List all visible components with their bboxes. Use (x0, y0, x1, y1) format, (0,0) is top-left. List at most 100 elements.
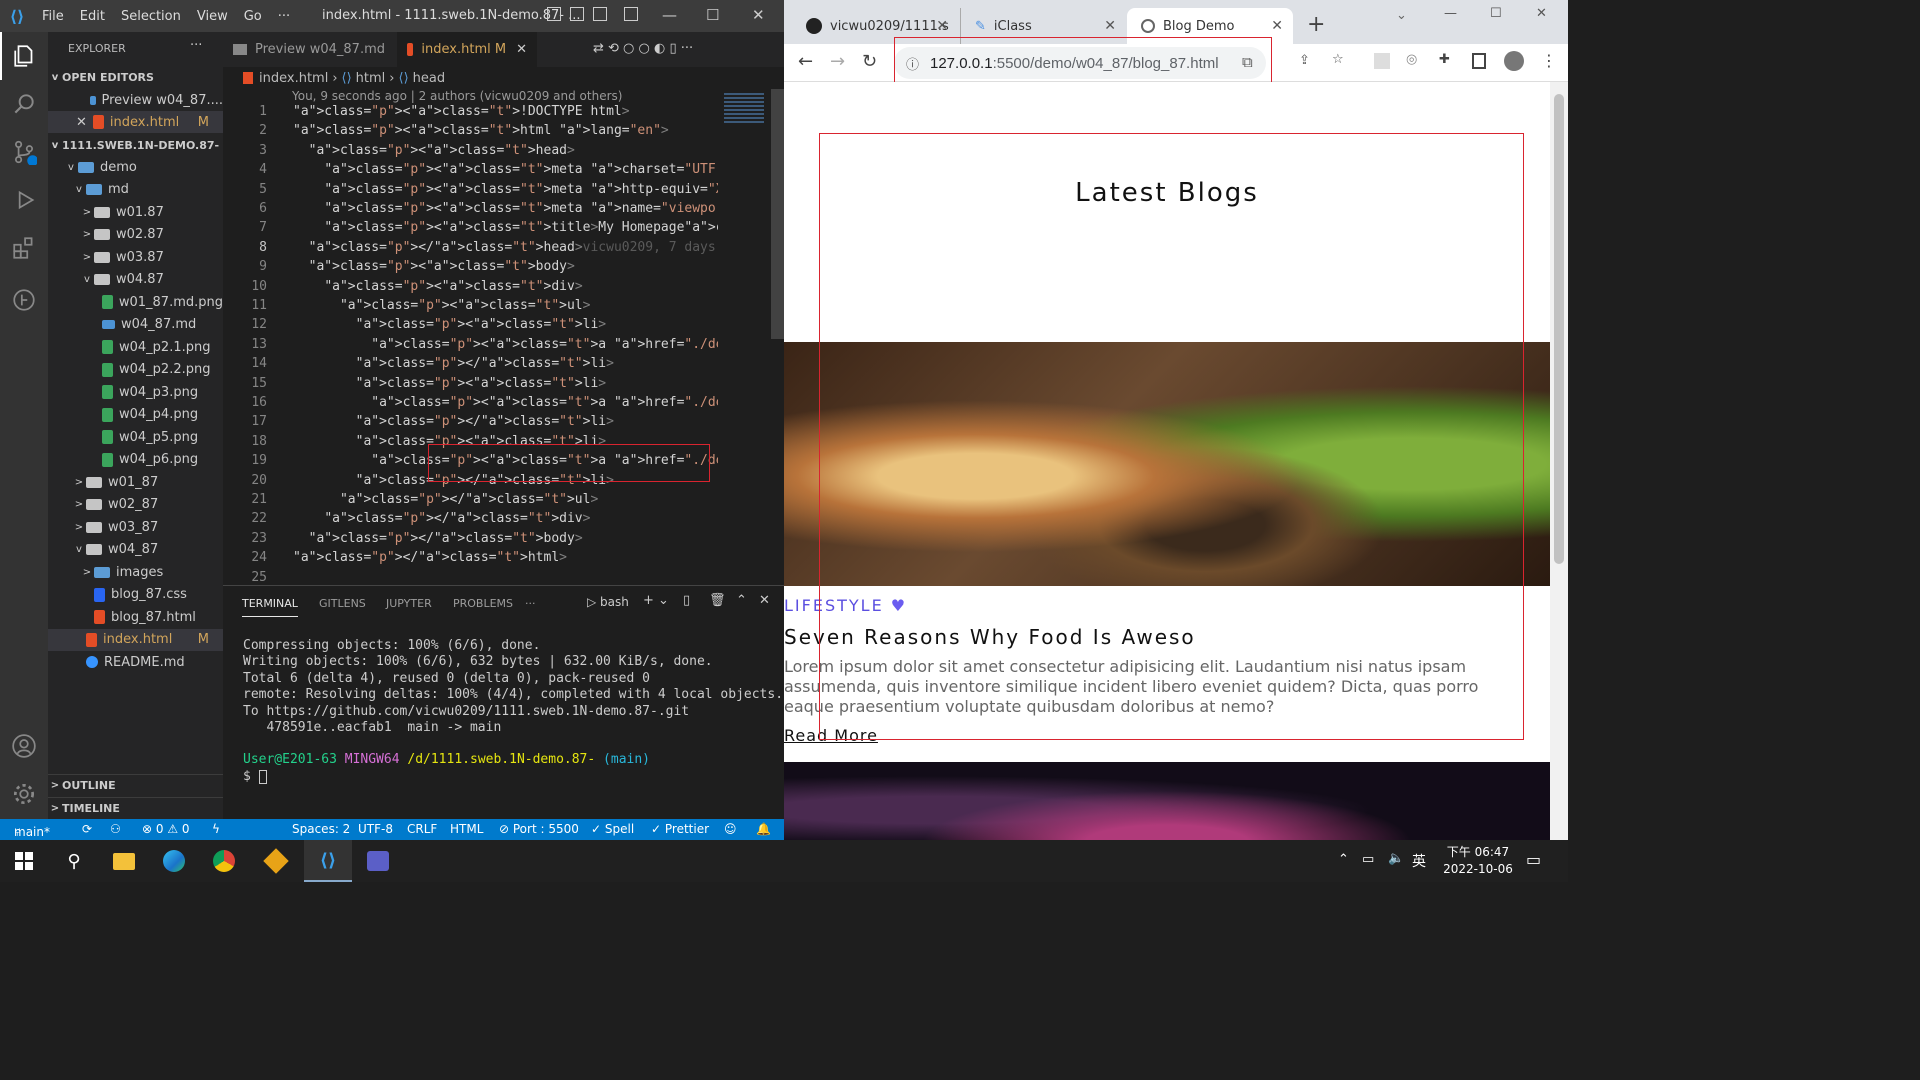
search-icon[interactable] (0, 80, 48, 128)
tree-item[interactable]: > w03_87 (48, 516, 223, 538)
close-window-icon[interactable]: ✕ (1536, 6, 1547, 21)
new-tab-icon[interactable]: + (1307, 12, 1325, 37)
code-line[interactable]: "a">class="p"><"a">class="t">li> (293, 317, 607, 332)
lightning-icon[interactable]: ϟ (212, 822, 220, 836)
code-line[interactable]: "a">class="p"><"a">class="t">!DOCTYPE ht… (293, 104, 630, 119)
codelens-blame[interactable]: You, 9 seconds ago | 2 authors (vicwu020… (292, 89, 622, 103)
breadcrumb-head[interactable]: head (413, 71, 445, 86)
sync-status[interactable]: ⟳ (82, 822, 92, 836)
close-tab-icon[interactable]: ✕ (1271, 18, 1283, 34)
tree-item[interactable]: v w04.87 (48, 269, 223, 291)
tab-search-icon[interactable]: ⌄ (1396, 8, 1407, 23)
edge-icon[interactable] (150, 840, 198, 882)
menu-selection[interactable]: Selection (113, 9, 189, 24)
code-line[interactable]: "a">class="p"><"a">class="t">a "a">href=… (293, 337, 718, 352)
tree-item[interactable]: w01_87.md.png (48, 291, 223, 313)
source-control-icon[interactable] (0, 128, 48, 176)
problems-status[interactable]: ⊗ 0 ⚠ 0 (142, 822, 190, 836)
menu-go[interactable]: Go (236, 9, 270, 24)
tree-item[interactable]: > images (48, 561, 223, 583)
search-icon[interactable]: ⚲ (50, 840, 98, 882)
network-icon[interactable]: ▭ (1362, 852, 1374, 867)
back-icon[interactable]: ← (798, 51, 813, 72)
tree-item[interactable]: v w04_87 (48, 539, 223, 561)
code-line[interactable]: "a">class="p"><"a">class="t">head> (293, 143, 575, 158)
timeline-section[interactable]: > TIMELINE (48, 797, 223, 819)
bookmark-star-icon[interactable]: ☆ (1332, 52, 1344, 67)
open-editors-section[interactable]: v OPEN EDITORS (48, 66, 223, 88)
customize-layout-icon[interactable] (624, 7, 638, 21)
breadcrumb-html[interactable]: html (356, 71, 386, 86)
spell-status[interactable]: ✓ Spell (591, 822, 634, 836)
run-debug-icon[interactable] (0, 176, 48, 224)
page-scrollbar[interactable] (1550, 82, 1568, 840)
maximize-icon[interactable]: ☐ (1490, 6, 1502, 21)
maximize-panel-icon[interactable]: ⌃ (736, 593, 747, 608)
tree-item[interactable]: w04_p4.png (48, 404, 223, 426)
code-line[interactable]: "a">class="p"></"a">class="t">li> (293, 356, 614, 371)
code-line[interactable]: "a">class="p"><"a">class="t">li> (293, 376, 607, 391)
feedback-icon[interactable]: ☺ (724, 822, 737, 836)
start-windows-icon[interactable] (0, 840, 48, 882)
outline-section[interactable]: > OUTLINE (48, 774, 223, 796)
breadcrumb-file[interactable]: index.html (259, 71, 328, 86)
terminal-shell-selector[interactable]: ▷ bash (587, 595, 629, 609)
code-line[interactable]: "a">class="p"><"a">class="t">meta "a">na… (293, 201, 718, 216)
prettier-status[interactable]: ✓ Prettier (651, 822, 709, 836)
puzzle-icon[interactable]: ✚ (1439, 52, 1450, 67)
new-terminal-icon[interactable]: + ⌄ (643, 593, 669, 608)
open-editor-index[interactable]: ✕ index.html M (48, 111, 223, 133)
volume-icon[interactable]: 🔈 (1388, 851, 1404, 866)
eol-status[interactable]: CRLF (407, 822, 437, 836)
chrome-icon[interactable] (200, 840, 248, 882)
tree-item[interactable]: > w01_87 (48, 471, 223, 493)
ime-indicator[interactable]: 英 (1412, 851, 1426, 871)
file-explorer-icon[interactable] (100, 840, 148, 882)
tab-terminal[interactable]: TERMINAL (242, 597, 298, 617)
extension-icon[interactable]: ◎ (1406, 52, 1417, 67)
tree-item[interactable]: blog_87.html (48, 606, 223, 628)
explorer-icon[interactable] (0, 32, 48, 80)
side-panel-icon[interactable] (1472, 53, 1486, 69)
tab-problems[interactable]: PROBLEMS (453, 597, 513, 610)
clock[interactable]: 下午 06:47 2022-10-06 (1438, 844, 1518, 878)
extension-icon[interactable] (1374, 53, 1390, 69)
tree-item[interactable]: v md (48, 179, 223, 201)
code-line[interactable]: "a">class="p"><"a">class="t">meta "a">ht… (293, 182, 718, 197)
trash-icon[interactable]: 🗑 (709, 593, 726, 608)
gitlens-status-icon[interactable]: ⚇ (110, 822, 121, 836)
tree-item[interactable]: README.md (48, 651, 223, 673)
panel-more[interactable]: ··· (525, 597, 536, 610)
notification-center-icon[interactable]: ▭ (1526, 850, 1541, 869)
tab-jupyter[interactable]: JUPYTER (386, 597, 432, 610)
share-icon[interactable]: ⇪ (1299, 53, 1310, 68)
vscode-taskbar-icon[interactable]: ⟨⟩ (304, 840, 352, 882)
indent-status[interactable]: Spaces: 2 (292, 822, 350, 836)
code-line[interactable]: "a">class="p"></"a">class="t">html> (293, 550, 567, 565)
tree-item[interactable]: > w03.87 (48, 246, 223, 268)
settings-gear-icon[interactable] (0, 770, 48, 818)
close-icon[interactable]: ✕ (76, 115, 87, 130)
tab-preview[interactable]: Preview w04_87.md (223, 32, 397, 67)
minimize-icon[interactable]: — (662, 6, 677, 24)
menu-file[interactable]: File (34, 9, 72, 24)
tray-chevron-icon[interactable]: ⌃ (1338, 852, 1349, 867)
language-status[interactable]: HTML (450, 822, 483, 836)
code-editor[interactable]: 1 "a">class="p"><"a">class="t">!DOCTYPE h… (223, 104, 718, 581)
editor-action-icons[interactable]: ⇄ ⟲ ○ ○ ◐ ▯ ··· (593, 41, 693, 56)
tree-item[interactable]: > w02_87 (48, 494, 223, 516)
toggle-sidebar-icon[interactable] (547, 7, 561, 21)
accounts-icon[interactable] (0, 722, 48, 770)
tree-item[interactable]: v demo (48, 156, 223, 178)
tree-item[interactable]: blog_87.css (48, 584, 223, 606)
close-tab-icon[interactable]: ✕ (936, 18, 948, 34)
code-line[interactable]: "a">class="p"><"a">class="t">html "a">la… (293, 123, 669, 138)
close-panel-icon[interactable]: ✕ (759, 593, 770, 608)
tree-item[interactable]: w04_p2.1.png (48, 336, 223, 358)
code-line[interactable]: "a">class="p"></"a">class="t">head>vicwu… (293, 240, 718, 255)
code-line[interactable]: "a">class="p"><"a">class="t">body> (293, 259, 575, 274)
toggle-panel-icon[interactable] (570, 7, 584, 21)
split-terminal-icon[interactable]: ▯ (683, 593, 690, 608)
close-window-icon[interactable]: ✕ (752, 6, 765, 24)
minimap[interactable] (718, 89, 770, 581)
